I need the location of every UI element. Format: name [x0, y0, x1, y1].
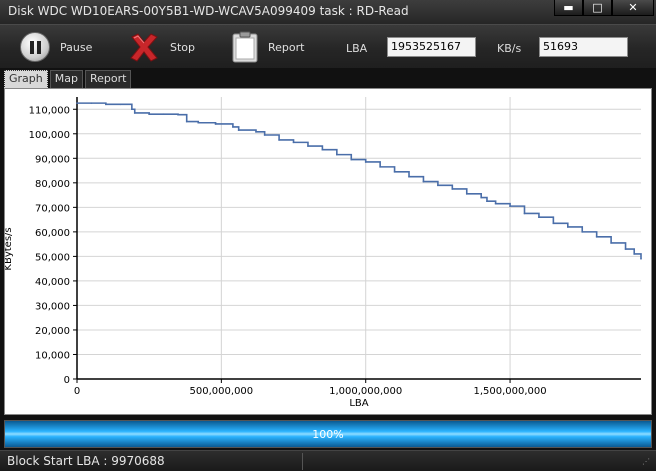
data-point: [336, 153, 338, 156]
status-bar: Block Start LBA : 9970688 ⋰: [0, 450, 656, 471]
data-point: [197, 121, 200, 124]
y-tick-label: 40,000: [35, 277, 70, 288]
data-point: [364, 161, 367, 163]
lba-label: LBA: [346, 42, 368, 55]
data-point: [76, 102, 78, 104]
x-tick-label: 1,500,000,000: [473, 386, 546, 397]
toolbar: Pause Stop Report LBA 1953525167 KB/s 51…: [0, 24, 656, 68]
data-point: [90, 102, 93, 104]
progress-bar: 100%: [4, 420, 652, 448]
data-point: [393, 170, 396, 173]
progress-text: 100%: [312, 428, 344, 441]
tab-bar: Graph Map Report: [4, 70, 133, 89]
data-point: [185, 120, 188, 123]
y-tick-label: 60,000: [35, 228, 70, 239]
resize-grip-icon[interactable]: ⋰: [642, 457, 652, 467]
data-point: [523, 212, 526, 215]
data-point: [278, 139, 280, 141]
clipboard-icon: [232, 31, 258, 63]
stop-x-icon: [130, 33, 158, 62]
pause-icon: [20, 32, 50, 62]
data-point: [350, 158, 353, 161]
data-point: [624, 248, 627, 250]
stop-button[interactable]: Stop: [128, 31, 195, 63]
data-point: [232, 126, 234, 128]
data-point: [237, 129, 240, 131]
data-point: [263, 134, 266, 136]
data-point: [255, 131, 257, 133]
stop-label: Stop: [170, 40, 196, 54]
series-line: [77, 102, 642, 259]
y-tick-label: 90,000: [35, 154, 70, 165]
kbs-field[interactable]: 51693: [539, 37, 628, 57]
data-point: [509, 205, 511, 207]
data-point: [133, 112, 136, 114]
y-tick-label: 0: [64, 375, 70, 386]
title-bar: Disk WDC WD10EARS-00Y5B1-WD-WCAV5A099409…: [0, 0, 656, 24]
data-point: [162, 113, 165, 115]
y-tick-label: 10,000: [35, 350, 70, 361]
data-point: [177, 113, 179, 116]
pause-label: Pause: [60, 40, 93, 54]
minimize-button[interactable]: ▬: [554, 0, 583, 16]
data-point: [581, 231, 584, 233]
data-point: [422, 180, 425, 183]
y-tick-label: 30,000: [35, 301, 70, 312]
y-axis-label: KBytes/s: [5, 227, 14, 270]
x-axis-label: LBA: [349, 398, 368, 409]
lba-field[interactable]: 1953525167: [387, 37, 476, 57]
data-point: [148, 113, 150, 115]
y-tick-label: 110,000: [29, 105, 70, 116]
data-point: [292, 141, 295, 144]
report-label: Report: [268, 40, 305, 54]
data-point: [595, 235, 598, 238]
data-point: [451, 188, 454, 190]
tab-map[interactable]: Map: [49, 70, 83, 88]
y-tick-label: 100,000: [29, 130, 70, 141]
pause-button[interactable]: Pause: [20, 31, 92, 63]
data-point: [610, 242, 612, 244]
x-tick-label: 500,000,000: [190, 386, 254, 397]
y-tick-label: 50,000: [35, 252, 70, 263]
data-point: [567, 226, 569, 228]
data-point: [465, 193, 468, 195]
window-title: Disk WDC WD10EARS-00Y5B1-WD-WCAV5A099409…: [8, 4, 409, 18]
y-tick-label: 70,000: [35, 203, 70, 214]
data-point: [105, 103, 107, 106]
maximize-button[interactable]: □: [583, 0, 612, 16]
speed-chart: 0 10,000 20,000 30,000 40,000 50,000 60,000 70,…: [3, 97, 642, 409]
x-tick-label: 1,000,000,000: [329, 386, 402, 397]
kbs-label: KB/s: [497, 42, 522, 55]
data-point: [119, 103, 122, 106]
data-point: [131, 108, 133, 111]
data-point: [538, 216, 540, 218]
close-button[interactable]: ✕: [612, 0, 654, 16]
data-point: [552, 222, 555, 225]
data-point: [486, 200, 488, 203]
data-point: [494, 202, 497, 205]
data-point: [321, 148, 324, 151]
status-text: Block Start LBA : 9970688: [7, 454, 165, 468]
data-point: [480, 196, 482, 199]
data-point: [640, 258, 642, 260]
y-tick-label: 80,000: [35, 179, 70, 190]
status-divider: [302, 453, 303, 470]
x-tick-label: 0: [74, 386, 80, 397]
window-controls: ▬ □ ✕: [554, 0, 654, 16]
tab-graph[interactable]: Graph: [4, 70, 48, 89]
data-point: [214, 123, 217, 125]
data-point: [307, 145, 309, 147]
report-button[interactable]: Report: [232, 31, 304, 63]
data-point: [408, 175, 410, 178]
data-point: [437, 184, 439, 187]
data-point: [633, 253, 636, 255]
tab-report[interactable]: Report: [84, 70, 132, 88]
data-point: [379, 166, 381, 168]
graph-panel: 0 10,000 20,000 30,000 40,000 50,000 60,000 70,…: [3, 88, 652, 415]
y-tick-label: 20,000: [35, 326, 70, 337]
